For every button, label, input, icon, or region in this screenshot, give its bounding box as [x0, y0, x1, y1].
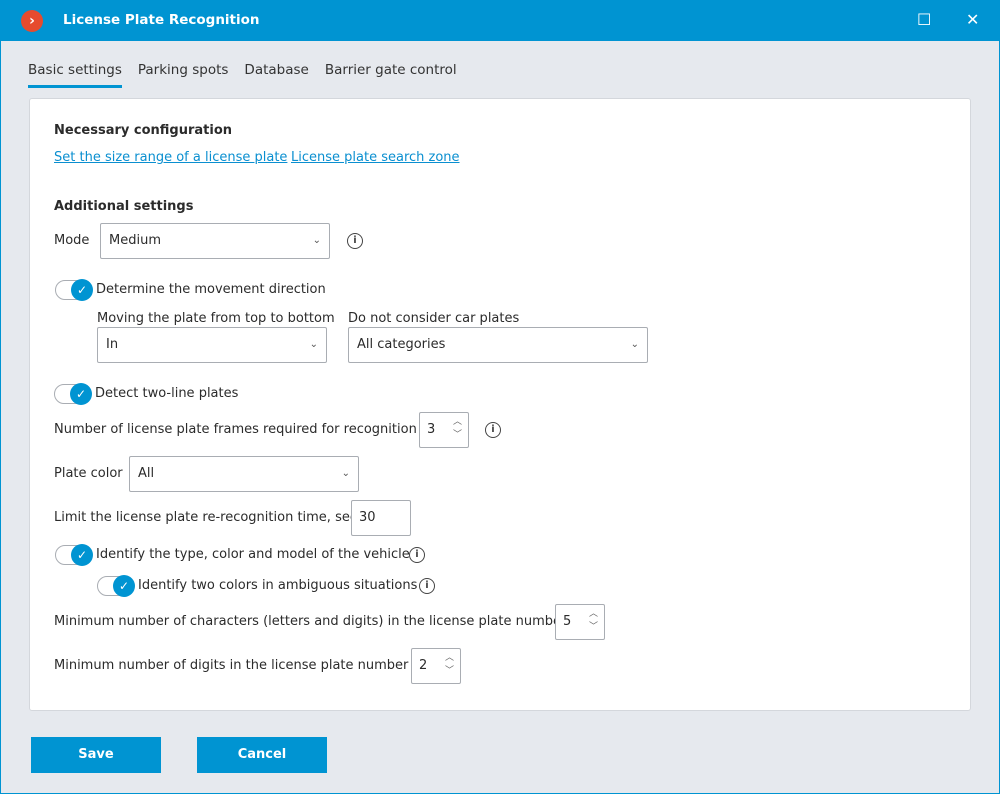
- rerecognition-label: Limit the license plate re-recognition t…: [54, 510, 362, 525]
- mode-label: Mode: [54, 233, 90, 248]
- window-title: License Plate Recognition: [63, 12, 260, 28]
- exclude-plates-label: Do not consider car plates: [348, 311, 520, 326]
- info-icon[interactable]: i: [419, 578, 435, 594]
- min-digits-stepper[interactable]: 2 ︿ ﹀: [411, 648, 461, 684]
- check-icon: ✓: [113, 575, 135, 597]
- min-digits-label: Minimum number of digits in the license …: [54, 658, 409, 673]
- top-to-bottom-value: In: [106, 337, 119, 352]
- direction-label: Determine the movement direction: [96, 282, 326, 297]
- min-chars-label: Minimum number of characters (letters an…: [54, 614, 567, 629]
- spin-arrows-icon[interactable]: ︿ ﹀: [589, 608, 598, 634]
- two-line-toggle[interactable]: ✓: [54, 383, 92, 405]
- info-icon[interactable]: i: [485, 422, 501, 438]
- tab-basic-settings[interactable]: Basic settings: [28, 62, 122, 88]
- search-zone-link[interactable]: License plate search zone: [291, 150, 460, 165]
- size-range-link[interactable]: Set the size range of a license plate: [54, 150, 287, 165]
- info-icon[interactable]: i: [347, 233, 363, 249]
- chevron-down-icon: ⌄: [341, 468, 350, 479]
- save-button[interactable]: Save: [31, 737, 161, 773]
- top-to-bottom-select[interactable]: In ⌄: [97, 327, 327, 363]
- frames-stepper[interactable]: 3 ︿ ﹀: [419, 412, 469, 448]
- spin-arrows-icon[interactable]: ︿ ﹀: [453, 416, 462, 442]
- frames-label: Number of license plate frames required …: [54, 422, 417, 437]
- necessary-heading: Necessary configuration: [54, 123, 233, 138]
- rerecognition-input[interactable]: 30: [351, 500, 411, 536]
- chevron-down-icon: ⌄: [309, 339, 318, 350]
- direction-toggle[interactable]: ✓: [55, 279, 93, 301]
- two-line-label: Detect two-line plates: [95, 386, 239, 401]
- plate-color-value: All: [138, 466, 155, 481]
- additional-heading: Additional settings: [54, 199, 194, 214]
- chevron-down-icon: ⌄: [312, 235, 321, 246]
- two-colors-label: Identify two colors in ambiguous situati…: [138, 578, 418, 593]
- tab-parking-spots[interactable]: Parking spots: [138, 62, 229, 88]
- close-button[interactable]: ✕: [966, 10, 979, 29]
- check-icon: ✓: [71, 544, 93, 566]
- plate-color-label: Plate color: [54, 466, 123, 481]
- two-colors-toggle[interactable]: ✓: [97, 575, 135, 597]
- info-icon[interactable]: i: [409, 547, 425, 563]
- plate-color-select[interactable]: All ⌄: [129, 456, 359, 492]
- exclude-plates-select[interactable]: All categories ⌄: [348, 327, 648, 363]
- tab-barrier-gate-control[interactable]: Barrier gate control: [325, 62, 457, 88]
- vehicle-label: Identify the type, color and model of th…: [96, 547, 410, 562]
- check-icon: ✓: [71, 279, 93, 301]
- mode-select[interactable]: Medium ⌄: [100, 223, 330, 259]
- min-chars-stepper[interactable]: 5 ︿ ﹀: [555, 604, 605, 640]
- min-chars-value: 5: [563, 614, 572, 629]
- tab-bar: Basic settings Parking spots Database Ba…: [28, 62, 457, 88]
- maximize-button[interactable]: ☐: [917, 10, 931, 29]
- mode-value: Medium: [109, 233, 161, 248]
- min-digits-value: 2: [419, 658, 428, 673]
- vehicle-toggle[interactable]: ✓: [55, 544, 93, 566]
- title-bar: › License Plate Recognition ☐ ✕: [0, 0, 1000, 41]
- cancel-button[interactable]: Cancel: [197, 737, 327, 773]
- tab-database[interactable]: Database: [244, 62, 308, 88]
- top-to-bottom-label: Moving the plate from top to bottom: [97, 311, 335, 326]
- app-logo-icon: ›: [21, 10, 43, 32]
- chevron-down-icon: ⌄: [630, 339, 639, 350]
- exclude-plates-value: All categories: [357, 337, 446, 352]
- spin-arrows-icon[interactable]: ︿ ﹀: [445, 652, 454, 678]
- frames-value: 3: [427, 422, 436, 437]
- check-icon: ✓: [70, 383, 92, 405]
